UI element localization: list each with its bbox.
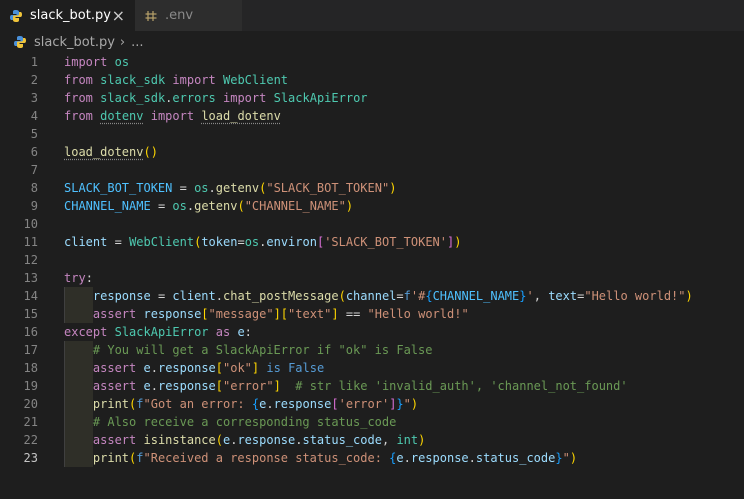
code-line: 21 # Also receive a corresponding status…	[0, 413, 744, 431]
code-line: 22 assert isinstance(e.response.status_c…	[0, 431, 744, 449]
code-text: assert e.response["error"] # str like 'i…	[92, 379, 628, 393]
code-line: 2 from slack_sdk import WebClient	[0, 71, 744, 89]
line-number: 16	[23, 325, 38, 339]
code-line: 9 CHANNEL_NAME = os.getenv("CHANNEL_NAME"…	[0, 197, 744, 215]
code-line: 5	[0, 125, 744, 143]
line-number: 12	[23, 253, 38, 267]
breadcrumb-symbols[interactable]: ...	[131, 35, 143, 50]
code-text: try:	[64, 271, 93, 285]
line-number: 6	[30, 145, 38, 159]
code-line: 8 SLACK_BOT_TOKEN = os.getenv("SLACK_BOT_…	[0, 179, 744, 197]
code-line: 15 assert response["message"]["text"] ==…	[0, 305, 744, 323]
line-number: 18	[23, 361, 38, 375]
line-number: 14	[23, 289, 38, 303]
line-number: 15	[23, 307, 38, 321]
line-number: 9	[30, 199, 38, 213]
line-number: 2	[30, 73, 38, 87]
tab-slack-bot-py[interactable]: slack_bot.py ×	[0, 0, 135, 31]
code-text: response = client.chat_postMessage(chann…	[92, 289, 693, 303]
line-number: 19	[23, 379, 38, 393]
breadcrumb-file[interactable]: slack_bot.py	[34, 35, 115, 50]
line-number: 3	[30, 91, 38, 105]
line-number: 1	[30, 55, 38, 69]
code-editor[interactable]: 1 import os 2 from slack_sdk import WebCli…	[0, 53, 744, 499]
code-line: 4 from dotenv import load_dotenv	[0, 107, 744, 125]
python-icon	[14, 36, 26, 48]
close-icon[interactable]: ×	[112, 7, 125, 24]
line-number: 23	[23, 451, 38, 465]
line-number: 13	[23, 271, 38, 285]
code-text: assert isinstance(e.response.status_code…	[92, 433, 426, 447]
code-line: 19 assert e.response["error"] # str like…	[0, 377, 744, 395]
line-number: 5	[30, 127, 38, 141]
code-line: 20 print(f"Got an error: {e.response['er…	[0, 395, 744, 413]
line-number: 8	[30, 181, 38, 195]
code-line: 14 response = client.chat_postMessage(ch…	[0, 287, 744, 305]
code-line: 6 load_dotenv()	[0, 143, 744, 161]
breadcrumb: slack_bot.py › ...	[0, 31, 744, 53]
code-text: # You will get a SlackApiError if "ok" i…	[92, 343, 433, 357]
python-icon	[10, 9, 22, 22]
env-file-icon	[145, 10, 157, 21]
line-number: 17	[23, 343, 38, 357]
line-number: 4	[30, 109, 38, 123]
code-text: from slack_sdk.errors import SlackApiErr…	[64, 91, 368, 105]
line-number: 10	[23, 217, 38, 231]
line-number: 22	[23, 433, 38, 447]
code-text: assert response["message"]["text"] == "H…	[92, 307, 469, 321]
code-text: load_dotenv()	[64, 145, 158, 159]
line-number: 7	[30, 163, 38, 177]
line-number: 11	[23, 235, 38, 249]
code-text: from slack_sdk import WebClient	[64, 73, 289, 87]
code-line: 18 assert e.response["ok"] is False	[0, 359, 744, 377]
code-text: except SlackApiError as e:	[64, 325, 252, 339]
editor-scrollbar[interactable]	[732, 53, 744, 499]
code-line: 10	[0, 215, 744, 233]
code-text: print(f"Received a response status_code:…	[92, 451, 578, 465]
line-number: 21	[23, 415, 38, 429]
code-line: 17 # You will get a SlackApiError if "ok…	[0, 341, 744, 359]
tab-env[interactable]: .env	[135, 0, 243, 31]
code-line: 7	[0, 161, 744, 179]
code-line: 1 import os	[0, 53, 744, 71]
code-text: assert e.response["ok"] is False	[92, 361, 325, 375]
code-line: 16 except SlackApiError as e:	[0, 323, 744, 341]
code-text: # Also receive a corresponding status_co…	[92, 415, 397, 429]
tab-bar: slack_bot.py × .env	[0, 0, 744, 31]
tab-label: .env	[165, 8, 194, 23]
code-line: 23 print(f"Received a response status_co…	[0, 449, 744, 467]
line-number: 20	[23, 397, 38, 411]
code-text: client = WebClient(token=os.environ['SLA…	[64, 235, 462, 249]
code-text: print(f"Got an error: {e.response['error…	[92, 397, 419, 411]
code-line: 3 from slack_sdk.errors import SlackApiEr…	[0, 89, 744, 107]
code-text: SLACK_BOT_TOKEN = os.getenv("SLACK_BOT_T…	[64, 181, 397, 195]
chevron-right-icon: ›	[119, 34, 126, 50]
tab-label: slack_bot.py	[30, 8, 111, 23]
code-text: from dotenv import load_dotenv	[64, 109, 281, 123]
code-line: 13 try:	[0, 269, 744, 287]
code-line: 11 client = WebClient(token=os.environ['S…	[0, 233, 744, 251]
code-text: CHANNEL_NAME = os.getenv("CHANNEL_NAME")	[64, 199, 354, 213]
code-text: import os	[64, 55, 130, 69]
code-line: 12	[0, 251, 744, 269]
